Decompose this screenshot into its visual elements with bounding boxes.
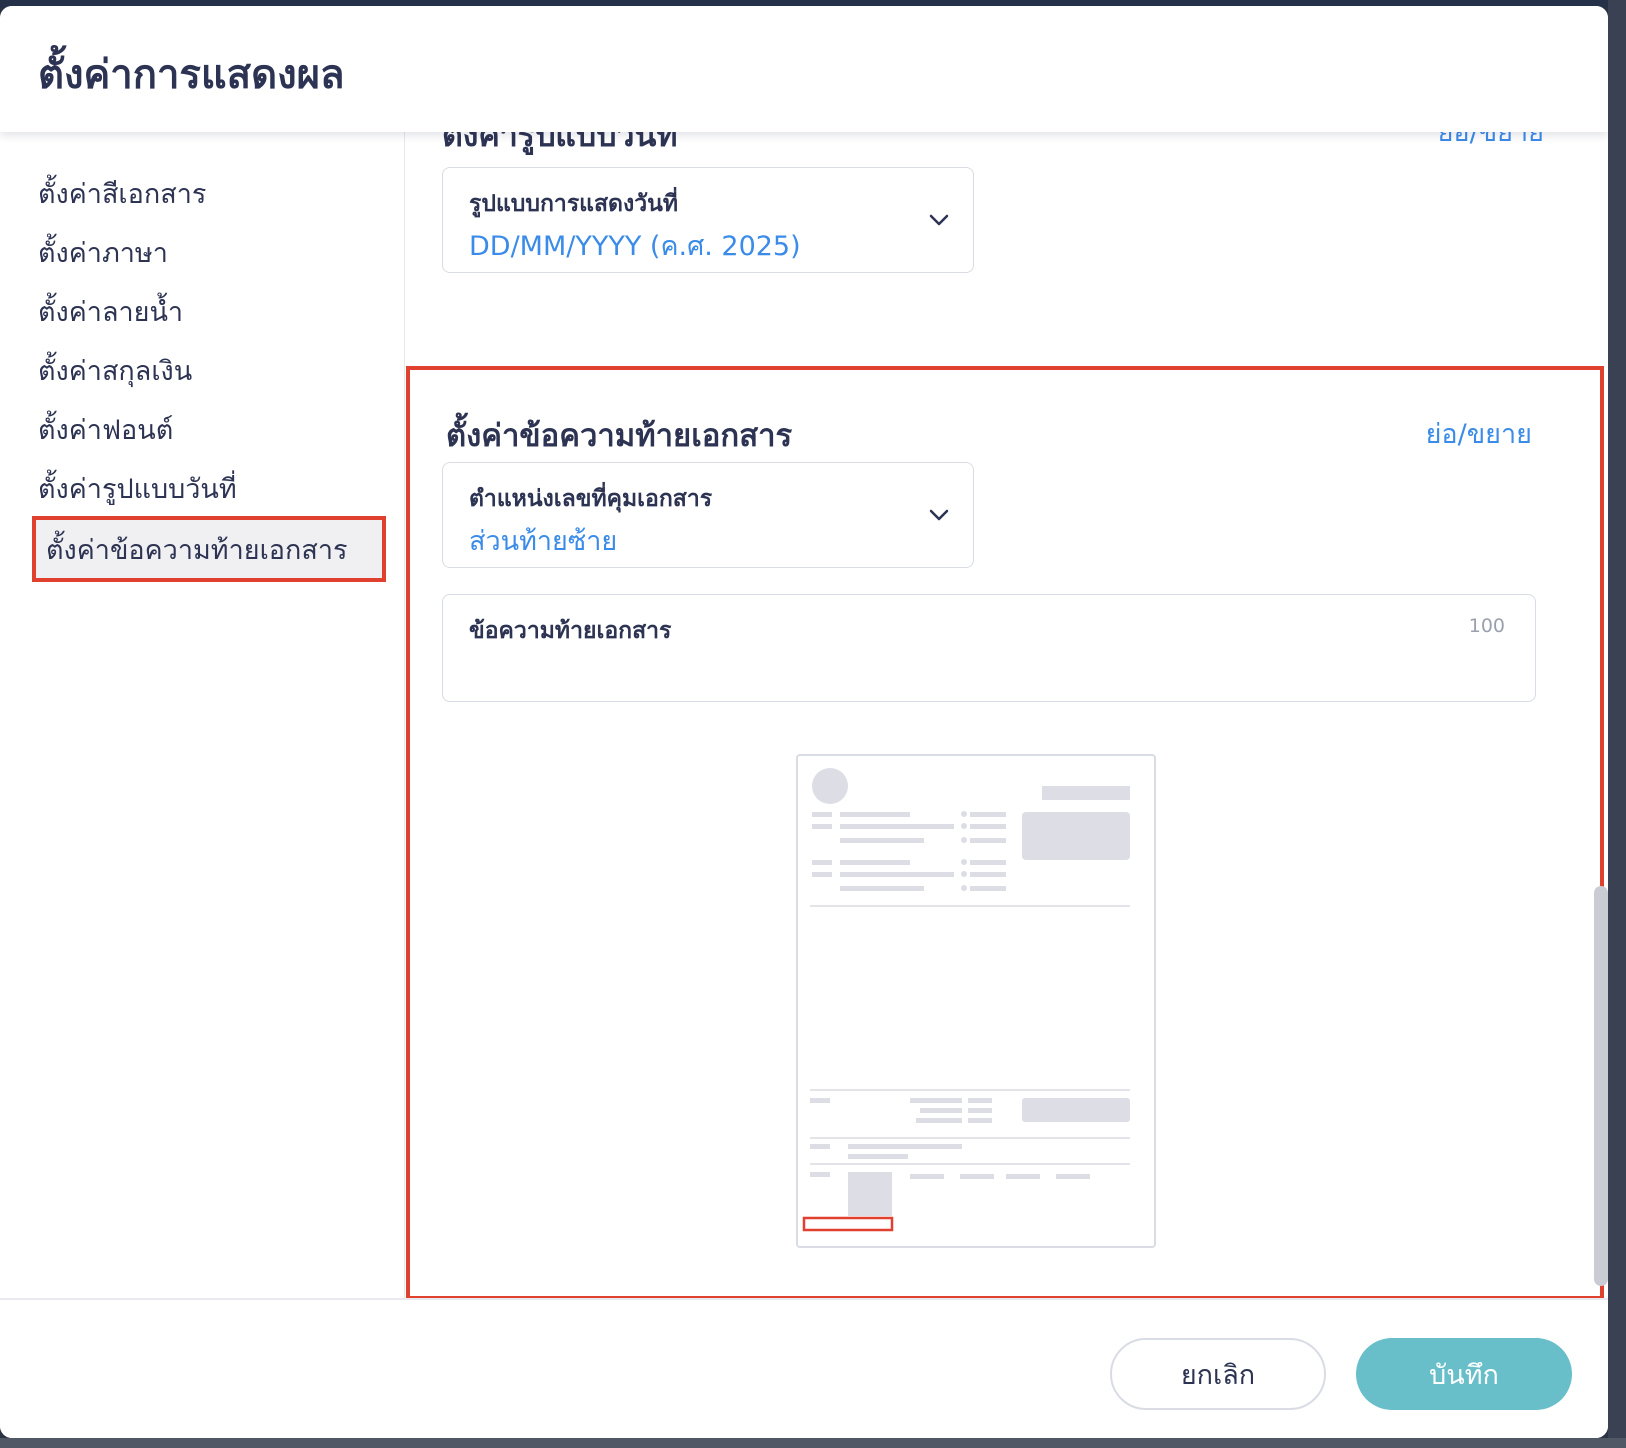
date-format-select[interactable]: รูปแบบการแสดงวันที่ DD/MM/YYYY (ค.ศ. 202…: [442, 167, 974, 273]
footer-text-heading: ตั้งค่าข้อความท้ายเอกสาร: [446, 418, 793, 454]
document-number-position-select[interactable]: ตำแหน่งเลขที่คุมเอกสาร ส่วนท้ายซ้าย: [442, 462, 974, 568]
footer-text-section: ตั้งค่าข้อความท้ายเอกสาร ย่อ/ขยาย ตำแหน่…: [406, 366, 1604, 1300]
dialog-footer: ยกเลิก บันทึก: [0, 1298, 1608, 1438]
display-settings-dialog: ตั้งค่าการแสดงผล ตั้งค่าสีเอกสาร ตั้งค่า…: [0, 6, 1608, 1438]
settings-content: ตั้งค่ารูปแบบวันที่ ย่อ/ขยาย รูปแบบการแส…: [406, 132, 1608, 1302]
character-limit-counter: 100: [1468, 615, 1505, 637]
footer-text-label: ข้อความท้ายเอกสาร: [469, 618, 672, 644]
footer-position-marker: [802, 1216, 894, 1232]
sidebar-item-watermark[interactable]: ตั้งค่าลายน้ำ: [38, 288, 378, 338]
footer-text-collapse-toggle[interactable]: ย่อ/ขยาย: [1426, 412, 1532, 455]
sidebar-item-language[interactable]: ตั้งค่าภาษา: [38, 229, 378, 279]
sidebar-item-font[interactable]: ตั้งค่าฟอนต์: [38, 406, 378, 456]
document-preview-illustration: [802, 768, 1130, 1232]
sidebar-item-document-color[interactable]: ตั้งค่าสีเอกสาร: [38, 170, 378, 220]
dialog-header: ตั้งค่าการแสดงผล: [0, 6, 1608, 132]
document-number-position-label: ตำแหน่งเลขที่คุมเอกสาร: [469, 486, 713, 512]
save-button[interactable]: บันทึก: [1356, 1338, 1572, 1410]
backdrop-bottom: [0, 1438, 1626, 1448]
date-format-collapse-toggle[interactable]: ย่อ/ขยาย: [1438, 132, 1544, 153]
sidebar-item-currency[interactable]: ตั้งค่าสกุลเงิน: [38, 347, 378, 397]
chevron-down-icon: [929, 509, 949, 521]
date-format-heading: ตั้งค่ารูปแบบวันที่: [442, 132, 678, 154]
dialog-title: ตั้งค่าการแสดงผล: [38, 52, 345, 98]
cancel-button[interactable]: ยกเลิก: [1110, 1338, 1326, 1410]
date-format-label: รูปแบบการแสดงวันที่: [469, 191, 678, 217]
chevron-down-icon: [929, 214, 949, 226]
footer-text-input[interactable]: ข้อความท้ายเอกสาร 100: [442, 594, 1536, 702]
sidebar-item-footer-text[interactable]: ตั้งค่าข้อความท้ายเอกสาร: [32, 516, 386, 582]
sidebar-item-date-format[interactable]: ตั้งค่ารูปแบบวันที่: [38, 465, 378, 515]
settings-sidebar: ตั้งค่าสีเอกสาร ตั้งค่าภาษา ตั้งค่าลายน้…: [0, 132, 405, 1302]
document-layout-preview: [796, 754, 1156, 1248]
scrollbar[interactable]: [1594, 886, 1608, 1286]
date-format-value: DD/MM/YYYY (ค.ศ. 2025): [469, 231, 801, 262]
document-number-position-value: ส่วนท้ายซ้าย: [469, 526, 618, 557]
backdrop-right: [1608, 0, 1626, 1448]
